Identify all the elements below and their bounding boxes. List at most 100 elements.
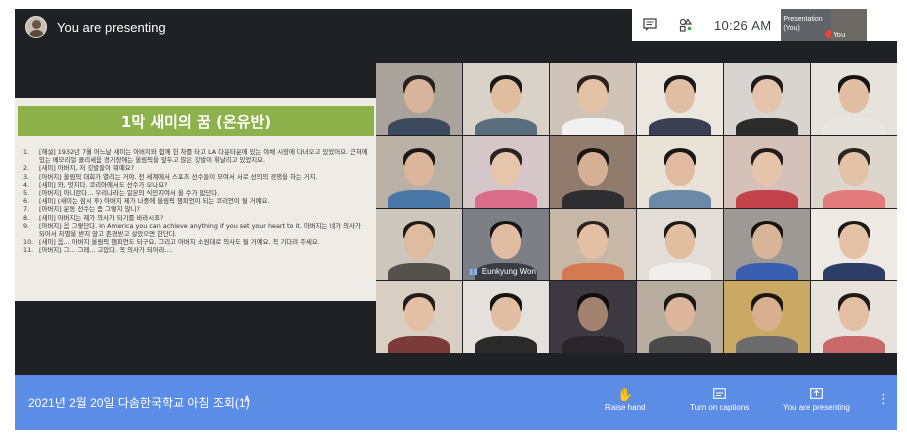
participant-tile[interactable] — [811, 281, 897, 353]
participant-face — [839, 151, 869, 186]
clock: 10:26 AM — [714, 17, 772, 33]
participant-tile[interactable] — [463, 281, 549, 353]
slide-line-text: [아버지] 음 그렇단다. In America you can achieve… — [39, 221, 361, 239]
participant-tile[interactable] — [376, 281, 462, 353]
activities-icon[interactable] — [668, 9, 704, 41]
participant-tile[interactable] — [724, 208, 810, 281]
avatar — [25, 16, 47, 38]
slide-line: 7. [아버지] 운동 선수는 좀 그렇지 않니? — [23, 205, 368, 213]
participant-name-label: Eunkyung Won — [481, 267, 536, 277]
participant-face — [752, 297, 782, 332]
participant-face — [578, 151, 608, 186]
participant-body — [562, 335, 624, 353]
slide-line-text: [새미] 아버지, 저 깃발들이 뭐예요? — [39, 164, 134, 173]
meeting-title[interactable]: 2021년 2월 20일 다솜한국학교 아침 조회(1) — [28, 394, 250, 411]
participant-body — [736, 335, 798, 353]
slide-line-text: [아버지] 운동 선수는 좀 그렇지 않니? — [39, 205, 140, 214]
self-presentation-label: Presentation (You) — [781, 9, 832, 41]
slide-line-number: 1. — [23, 148, 30, 156]
participant-tile[interactable] — [376, 208, 462, 281]
slide-line-number: 10. — [23, 238, 34, 247]
captions-button[interactable]: Turn on captions — [690, 387, 749, 412]
participant-tile[interactable] — [550, 208, 636, 281]
slide-line-text: [해설] 1932년 7월 어느날 새미는 아버지와 함께 헌 차를 타고 LA… — [39, 148, 368, 165]
participant-tile[interactable] — [637, 63, 723, 135]
slide-line-text: [새미] 아버지는 제가 의사가 되기를 바라시죠? — [39, 213, 164, 222]
participant-face — [578, 297, 608, 332]
chat-icon[interactable] — [632, 9, 668, 41]
slide-line-number: 8. — [23, 213, 30, 222]
bottom-bar: 2021년 2월 20일 다솜한국학교 아침 조회(1) ∧ ✋ Raise h… — [15, 375, 897, 430]
captions-icon — [713, 387, 726, 403]
participant-body — [388, 190, 450, 208]
participant-body — [562, 117, 624, 135]
chevron-up-icon[interactable]: ∧ — [243, 392, 251, 405]
participant-body — [388, 335, 450, 353]
slide-line: 2. [새미] 아버지, 저 깃발들이 뭐예요? — [23, 164, 368, 172]
slide-line: 11. [아버지] 그... 그래... 고맙다. 꼭 의사가 되어라.... — [23, 246, 368, 254]
participant-tile[interactable] — [724, 281, 810, 353]
slide-line-number: 2. — [23, 164, 30, 173]
presentation-slide: 1막 새미의 꿈 (온유반) 1. [해설] 1932년 7월 어느날 새미는 아… — [15, 98, 376, 301]
slide-line-number: 6. — [23, 197, 30, 206]
participant-body — [736, 263, 798, 281]
participant-tile[interactable] — [376, 135, 462, 208]
slide-line: 8. [새미] 아버지는 제가 의사가 되기를 바라시죠? — [23, 214, 368, 222]
slide-line-number: 4. — [23, 180, 30, 189]
participant-tile[interactable] — [637, 208, 723, 281]
participant-tile[interactable] — [724, 63, 810, 135]
participant-body — [823, 117, 885, 135]
self-you-tile: You — [831, 9, 868, 41]
participant-face — [491, 151, 521, 186]
participant-tile[interactable] — [550, 63, 636, 135]
participant-body — [475, 190, 537, 208]
present-button[interactable]: You are presenting — [783, 387, 850, 412]
participant-body — [649, 190, 711, 208]
participant-tile[interactable] — [811, 63, 897, 135]
participant-body — [475, 117, 537, 135]
participant-tile[interactable]: ▮▮ Eunkyung Won — [463, 208, 549, 281]
present-icon — [810, 387, 823, 403]
meet-window: You are presenting 10:26 AM Presentation… — [15, 9, 897, 430]
participant-tile[interactable] — [550, 135, 636, 208]
self-you-label: You — [833, 31, 846, 39]
participant-face — [404, 151, 434, 186]
slide-line-number: 7. — [23, 205, 30, 214]
present-label: You are presenting — [783, 403, 850, 412]
participant-tile[interactable] — [463, 63, 549, 135]
raise-hand-label: Raise hand — [605, 403, 646, 412]
participant-tile[interactable] — [637, 135, 723, 208]
slide-line-text: [아버지] 그... 그래... 고맙다. 꼭 의사가 되어라.... — [39, 246, 173, 255]
slide-script-list: 1. [해설] 1932년 7월 어느날 새미는 아버지와 함께 헌 차를 타고 … — [23, 148, 368, 255]
participant-tile[interactable] — [463, 135, 549, 208]
participant-tile[interactable] — [724, 135, 810, 208]
slide-line: 9. [아버지] 음 그렇단다. In America you can achie… — [23, 222, 368, 238]
hand-icon: ✋ — [617, 387, 634, 402]
participant-tile[interactable] — [550, 281, 636, 353]
participant-body — [388, 117, 450, 135]
top-bar: 10:26 AM Presentation (You) You — [632, 9, 897, 41]
self-view-tile[interactable]: Presentation (You) You — [781, 9, 868, 41]
captions-label: Turn on captions — [690, 403, 750, 412]
participant-face — [491, 78, 521, 114]
speaking-icon: ▮▮ — [469, 267, 478, 277]
participant-tile[interactable] — [811, 135, 897, 208]
slide-line: 5. [아버지] 아니란다... 우리나라는 일본의 식민지여서 올 수가 없단다… — [23, 189, 368, 197]
slide-line-text: [아버지] 아니란다... 우리나라는 일본의 식민지여서 올 수가 없단다. — [39, 189, 220, 198]
participant-face — [839, 297, 869, 332]
participant-tile[interactable] — [376, 63, 462, 135]
participant-body — [649, 335, 711, 353]
participant-body — [562, 263, 624, 281]
participant-body — [649, 117, 711, 135]
slide-line: 3. [아버지] 올림픽 대회가 열리는 거야. 전 세계에서 스포츠 선수들이 … — [23, 173, 368, 181]
participant-body — [823, 263, 885, 281]
raise-hand-button[interactable]: ✋ Raise hand — [605, 387, 645, 412]
slide-line-number: 11. — [23, 246, 34, 255]
more-options-icon[interactable]: ⋮ — [877, 392, 890, 407]
participant-tile[interactable] — [637, 281, 723, 353]
participant-face — [752, 151, 782, 186]
participant-face — [491, 297, 521, 332]
participant-tile[interactable] — [811, 208, 897, 281]
participant-body — [649, 263, 711, 281]
participant-face — [404, 224, 434, 259]
